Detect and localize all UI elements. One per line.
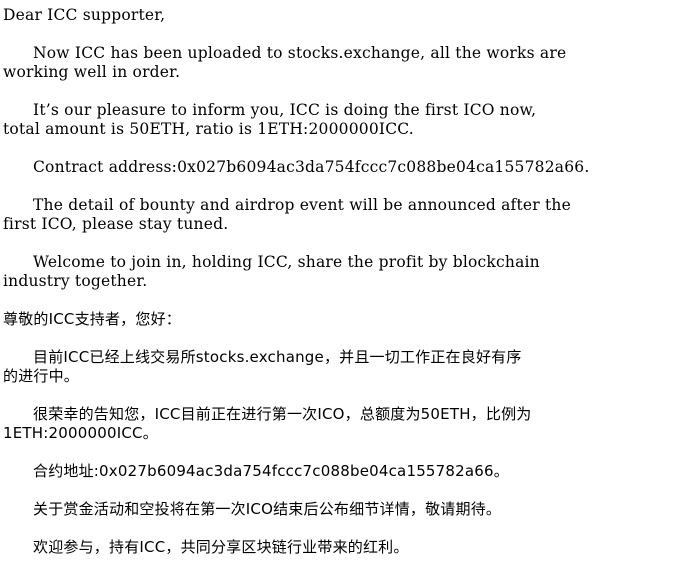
chinese-paragraph-welcome: 欢迎参与，持有ICC，共同分享区块链行业带来的红利。 [3,538,697,557]
paragraph-line: 欢迎参与，持有ICC，共同分享区块链行业带来的红利。 [33,538,409,556]
english-greeting: Dear ICC supporter, [3,6,166,24]
english-paragraph-bounty: The detail of bounty and airdrop event w… [3,196,697,234]
chinese-paragraph-upload: 目前ICC已经上线交易所stocks.exchange，并且一切工作正在良好有序… [3,348,697,386]
chinese-paragraph-ico: 很荣幸的告知您，ICC目前正在进行第一次ICO，总额度为50ETH，比例为 1E… [3,405,697,443]
chinese-paragraph-contract: 合约地址:0x027b6094ac3da754fccc7c088be04ca15… [3,462,697,481]
english-paragraph-upload: Now ICC has been uploaded to stocks.exch… [3,44,697,82]
paragraph-line: 合约地址:0x027b6094ac3da754fccc7c088be04ca15… [33,462,509,480]
paragraph-line: total amount is 50ETH, ratio is 1ETH:200… [3,120,414,138]
english-section: Dear ICC supporter, Now ICC has been upl… [3,6,697,310]
paragraph-line: 关于赏金活动和空投将在第一次ICO结束后公布细节详情，敬请期待。 [33,500,502,518]
paragraph-line: The detail of bounty and airdrop event w… [33,196,571,214]
paragraph-line: 很荣幸的告知您，ICC目前正在进行第一次ICO，总额度为50ETH，比例为 [33,405,532,423]
english-paragraph-contract: Contract address:0x027b6094ac3da754fccc7… [3,158,697,177]
english-paragraph-ico: It’s our pleasure to inform you, ICC is … [3,101,697,139]
paragraph-line: first ICO, please stay tuned. [3,215,229,233]
paragraph-line: working well in order. [3,63,181,81]
english-paragraph-welcome: Welcome to join in, holding ICC, share t… [3,253,697,291]
paragraph-line: Now ICC has been uploaded to stocks.exch… [33,44,567,62]
chinese-greeting: 尊敬的ICC支持者，您好： [3,310,181,328]
paragraph-line: 目前ICC已经上线交易所stocks.exchange，并且一切工作正在良好有序 [33,348,522,366]
paragraph-line: industry together. [3,272,148,290]
paragraph-line: 1ETH:2000000ICC。 [3,424,158,442]
paragraph-line: 的进行中。 [3,367,80,385]
announcement-document: Dear ICC supporter, Now ICC has been upl… [3,6,697,557]
chinese-section: 尊敬的ICC支持者，您好： 目前ICC已经上线交易所stocks.exchang… [3,310,697,557]
paragraph-line: It’s our pleasure to inform you, ICC is … [33,101,537,119]
paragraph-line: Contract address:0x027b6094ac3da754fccc7… [33,158,590,176]
chinese-paragraph-bounty: 关于赏金活动和空投将在第一次ICO结束后公布细节详情，敬请期待。 [3,500,697,519]
paragraph-line: Welcome to join in, holding ICC, share t… [33,253,540,271]
